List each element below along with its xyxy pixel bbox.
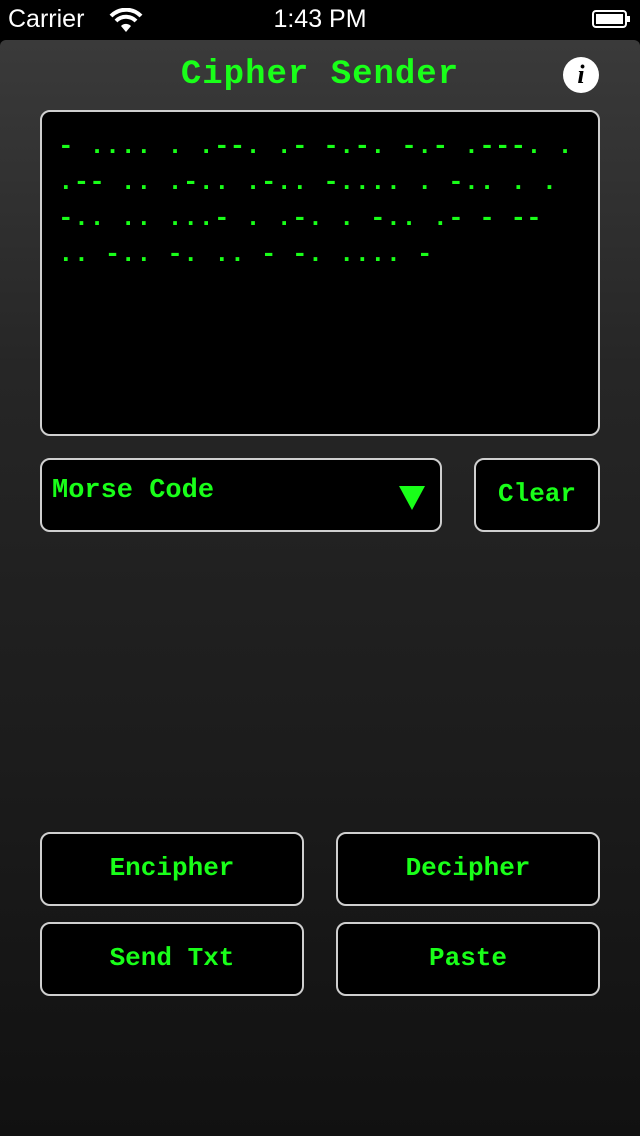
send-txt-button[interactable]: Send Txt: [40, 922, 304, 996]
cipher-type-select[interactable]: Morse Code: [40, 458, 442, 532]
dropdown-triangle-icon: [399, 486, 425, 510]
info-button[interactable]: i: [563, 57, 599, 93]
encipher-button[interactable]: Encipher: [40, 832, 304, 906]
message-text-area[interactable]: - .... . .--. .- -.-. -.- .---. . .-- ..…: [40, 110, 600, 436]
battery-icon: [592, 10, 630, 28]
app-screen: Cipher Sender i - .... . .--. .- -.-. -.…: [0, 40, 640, 1136]
status-bar: Carrier 1:43 PM: [0, 0, 640, 40]
status-time: 1:43 PM: [273, 5, 367, 33]
clear-button[interactable]: Clear: [474, 458, 600, 532]
app-title: Cipher Sender: [180, 56, 460, 94]
decipher-button[interactable]: Decipher: [336, 832, 600, 906]
cipher-type-value: Morse Code: [52, 476, 215, 506]
paste-button[interactable]: Paste: [336, 922, 600, 996]
